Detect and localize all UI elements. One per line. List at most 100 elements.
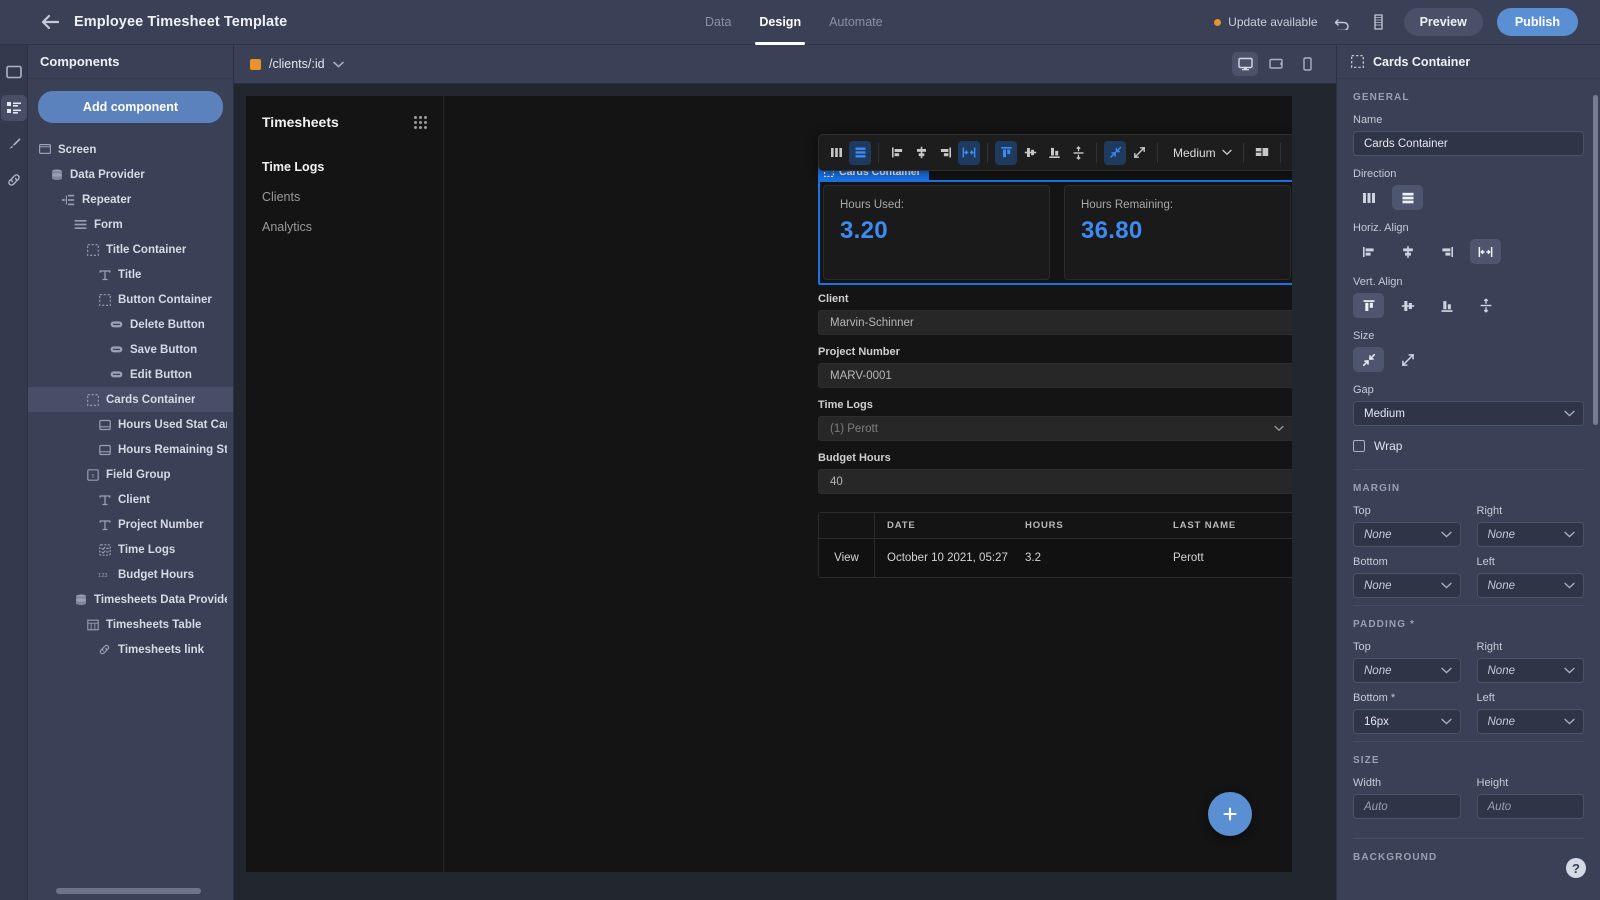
client-input[interactable]: Marvin-Schinner [818, 310, 1292, 335]
tree-item-hours-used-stat-card[interactable]: Hours Used Stat Card [28, 412, 233, 437]
size-shrink-icon[interactable] [1104, 140, 1126, 165]
mobile-icon[interactable] [1294, 52, 1320, 76]
drag-grip-icon[interactable] [414, 115, 427, 129]
preview-nav-item-time-logs[interactable]: Time Logs [262, 152, 427, 182]
margin-bottom-select[interactable]: None [1353, 573, 1461, 598]
size-grow-icon[interactable] [1392, 347, 1423, 372]
tab-automate[interactable]: Automate [829, 0, 883, 45]
tree-item-timesheets-table[interactable]: Timesheets Table [28, 612, 233, 637]
wrap-checkbox[interactable] [1353, 440, 1365, 452]
padding-bottom-select[interactable]: 16px [1353, 709, 1461, 734]
route-selector[interactable]: /clients/:id [250, 57, 344, 71]
back-arrow-icon[interactable] [40, 12, 60, 32]
tree-item-form[interactable]: Form [28, 212, 233, 237]
hours-used-stat-card[interactable]: Hours Used: 3.20 [823, 185, 1050, 280]
padding-left-select[interactable]: None [1476, 709, 1584, 734]
tree-item-time-logs[interactable]: Time Logs [28, 537, 233, 562]
preview-button[interactable]: Preview [1403, 8, 1483, 36]
align-left-icon[interactable] [1353, 239, 1384, 264]
direction-column-icon[interactable] [825, 141, 847, 165]
budget-hours-input[interactable]: 40 [818, 469, 1292, 494]
tab-design[interactable]: Design [755, 0, 805, 45]
direction-column-icon[interactable] [1353, 185, 1384, 210]
time-logs-select[interactable]: (1) Perott [818, 416, 1292, 441]
tab-data[interactable]: Data [705, 0, 731, 45]
size-shrink-icon[interactable] [1353, 347, 1384, 372]
tree-item-screen[interactable]: Screen [28, 137, 233, 162]
align-middle-icon[interactable] [1392, 293, 1423, 318]
size-grow-icon[interactable] [1128, 141, 1150, 165]
tree-item-data-provider[interactable]: Data Provider [28, 162, 233, 187]
timesheets-link[interactable]: View [819, 539, 875, 577]
align-right-icon[interactable] [1431, 239, 1462, 264]
publish-button[interactable]: Publish [1496, 8, 1578, 36]
help-icon[interactable]: ? [1566, 858, 1586, 878]
tree-item-title[interactable]: Title [28, 262, 233, 287]
update-available-indicator[interactable]: Update available [1214, 15, 1318, 29]
tree-item-repeater[interactable]: Repeater [28, 187, 233, 212]
tree-item-timesheets-link[interactable]: Timesheets link [28, 637, 233, 662]
padding-bottom-label: Bottom * [1353, 692, 1396, 704]
tablet-icon[interactable] [1263, 52, 1289, 76]
align-bottom-icon[interactable] [1431, 293, 1462, 318]
gap-select[interactable]: Medium [1353, 401, 1584, 426]
align-stretch-icon[interactable] [1067, 141, 1089, 165]
padding-right-select[interactable]: None [1476, 658, 1584, 683]
preview-nav-item-clients[interactable]: Clients [262, 182, 427, 212]
wrap-checkbox-row[interactable]: Wrap [1353, 439, 1584, 453]
undo-icon[interactable] [1332, 11, 1354, 33]
align-right-icon[interactable] [934, 141, 956, 165]
align-middle-icon[interactable] [1019, 141, 1041, 165]
align-center-icon[interactable] [910, 141, 932, 165]
tree-item-budget-hours[interactable]: 123 Budget Hours [28, 562, 233, 587]
preview-nav-item-analytics[interactable]: Analytics [262, 212, 427, 242]
tree-item-cards-container[interactable]: Cards Container [28, 387, 233, 412]
tree-item-button-container[interactable]: Button Container [28, 287, 233, 312]
history-icon[interactable] [1368, 11, 1390, 33]
padding-top-select[interactable]: None [1353, 658, 1461, 683]
desktop-icon[interactable] [1232, 52, 1258, 76]
width-input[interactable]: Auto [1353, 794, 1461, 819]
tree-item-client[interactable]: Client [28, 487, 233, 512]
components-icon[interactable] [0, 95, 27, 121]
gap-size-dropdown[interactable]: Medium [1165, 146, 1236, 160]
cards-container-selection[interactable]: Cards Container Hours Used: 3.20 Hours R… [818, 162, 1292, 285]
name-input[interactable]: Cards Container [1353, 131, 1584, 156]
element-toolbar: Medium [818, 134, 1292, 171]
height-input[interactable]: Auto [1476, 794, 1584, 819]
align-top-icon[interactable] [1353, 293, 1384, 318]
links-icon[interactable] [1, 167, 27, 193]
table-row[interactable]: View October 10 2021, 05:27 3.2 Perott [819, 539, 1292, 577]
tree-item-field-group[interactable]: s Field Group [28, 462, 233, 487]
margin-left-select[interactable]: None [1476, 573, 1584, 598]
properties-scrollbar[interactable] [1593, 95, 1598, 425]
direction-row-icon[interactable] [1392, 185, 1423, 210]
align-space-between-icon[interactable] [1470, 239, 1501, 264]
margin-top-select[interactable]: None [1353, 522, 1461, 547]
tree-item-project-number[interactable]: Project Number [28, 512, 233, 537]
align-left-icon[interactable] [886, 141, 908, 165]
hours-remaining-stat-card[interactable]: Hours Remaining: 36.80 [1064, 185, 1291, 280]
tree-item-edit-button[interactable]: Edit Button [28, 362, 233, 387]
layout-icon[interactable] [1251, 141, 1273, 165]
screen-icon[interactable] [1, 59, 27, 85]
tree-item-title-container[interactable]: Title Container [28, 237, 233, 262]
add-component-button[interactable]: Add component [38, 91, 223, 123]
margin-right-select[interactable]: None [1476, 522, 1584, 547]
direction-row-icon[interactable] [849, 140, 871, 165]
theme-brush-icon[interactable] [1, 131, 27, 157]
align-stretch-icon[interactable] [1470, 293, 1501, 318]
tree-item-timesheets-data-provider[interactable]: Timesheets Data Provider [28, 587, 233, 612]
tree-item-delete-button[interactable]: Delete Button [28, 312, 233, 337]
align-center-icon[interactable] [1392, 239, 1423, 264]
align-top-icon[interactable] [995, 140, 1017, 165]
components-panel-scrollbar[interactable] [56, 888, 201, 894]
align-space-between-icon[interactable] [958, 140, 980, 165]
align-bottom-icon[interactable] [1043, 141, 1065, 165]
tree-item-hours-remaining-stat-card[interactable]: Hours Remaining Stat Card [28, 437, 233, 462]
project-number-input[interactable]: MARV-0001 [818, 363, 1292, 388]
card-icon [98, 418, 111, 431]
tree-item-save-button[interactable]: Save Button [28, 337, 233, 362]
add-record-fab[interactable] [1208, 792, 1252, 836]
duplicate-icon[interactable] [1288, 141, 1292, 165]
